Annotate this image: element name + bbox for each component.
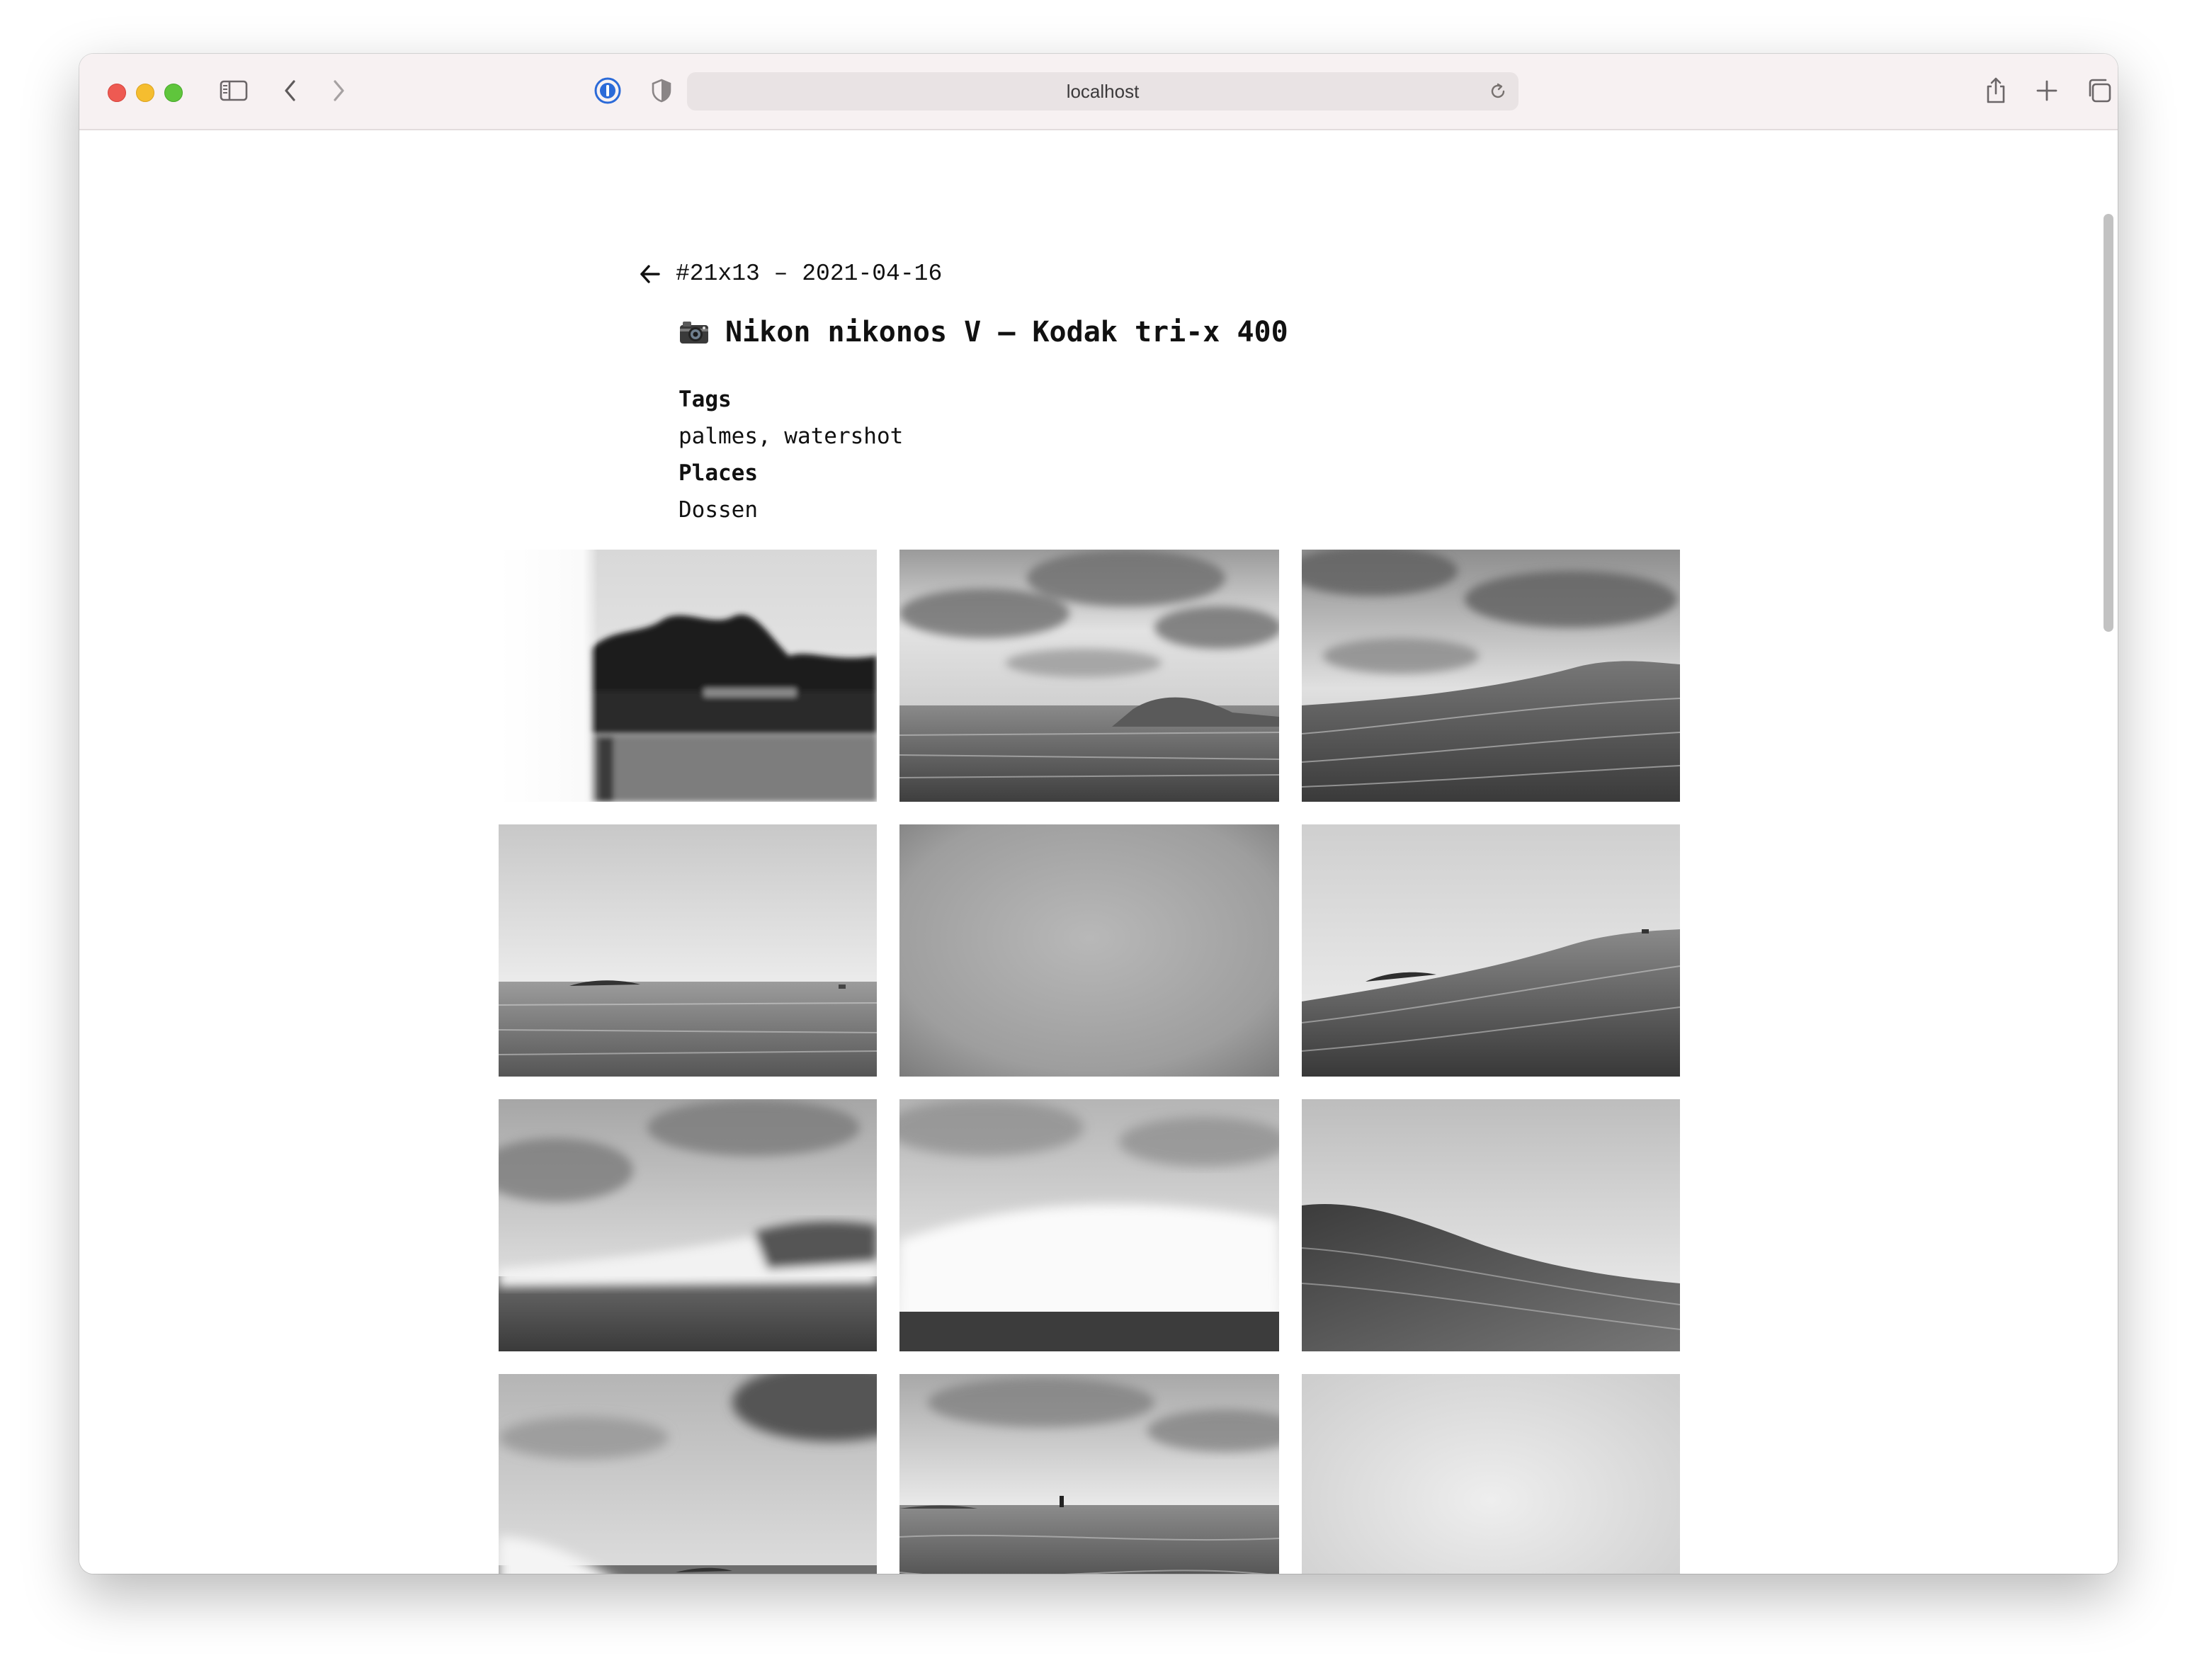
roll-id-date: #21x13 – 2021-04-16 — [676, 261, 943, 287]
photo-thumbnail[interactable] — [499, 824, 877, 1077]
privacy-shield-icon[interactable] — [639, 69, 684, 112]
page-content: #21x13 – 2021-04-16 Nikon nikonos V – Ko… — [79, 130, 2118, 1574]
back-arrow-icon[interactable] — [639, 263, 662, 285]
browser-toolbar: localhost — [79, 54, 2118, 130]
photo-thumbnail[interactable] — [499, 1099, 877, 1351]
vertical-scrollbar[interactable] — [2104, 214, 2113, 632]
reload-icon[interactable] — [1486, 79, 1510, 103]
photo-thumbnail[interactable] — [899, 1374, 1279, 1574]
camera-icon — [680, 322, 708, 344]
address-bar[interactable]: localhost — [687, 72, 1518, 110]
back-chevron-icon[interactable] — [268, 69, 313, 112]
photo-thumbnail[interactable] — [899, 824, 1279, 1077]
browser-window: localhost #21x13 – 2021-04-16 Nikon niko… — [79, 54, 2118, 1574]
new-tab-plus-icon[interactable] — [2024, 69, 2070, 112]
sidebar-toggle-icon[interactable] — [211, 69, 256, 112]
places-label: Places — [679, 460, 758, 486]
tags-value: palmes, watershot — [679, 424, 904, 449]
address-text: localhost — [1066, 80, 1140, 102]
photo-thumbnail[interactable] — [1302, 550, 1680, 802]
roll-header: #21x13 – 2021-04-16 — [639, 261, 942, 287]
photo-thumbnail[interactable] — [1302, 824, 1680, 1077]
camera-film-title: Nikon nikonos V – Kodak tri-x 400 — [725, 316, 1288, 348]
tab-overview-icon[interactable] — [2077, 69, 2118, 112]
minimize-window-button[interactable] — [136, 84, 154, 102]
tags-label: Tags — [679, 387, 732, 412]
share-icon[interactable] — [1973, 69, 2019, 112]
photo-thumbnail[interactable] — [1302, 1374, 1680, 1574]
metadata-block: Tags palmes, watershot Places Dossen — [679, 381, 903, 528]
photo-thumbnail[interactable] — [899, 1099, 1279, 1351]
close-window-button[interactable] — [108, 84, 126, 102]
photo-thumbnail[interactable] — [1302, 1099, 1680, 1351]
photo-thumbnail[interactable] — [499, 1374, 877, 1574]
photo-thumbnail[interactable] — [899, 550, 1279, 802]
places-value: Dossen — [679, 497, 758, 523]
forward-chevron-icon[interactable] — [316, 69, 361, 112]
password-manager-icon[interactable] — [585, 69, 630, 112]
photo-thumbnail[interactable] — [499, 550, 877, 802]
zoom-window-button[interactable] — [164, 84, 183, 102]
page-title: Nikon nikonos V – Kodak tri-x 400 — [679, 316, 1288, 348]
photo-grid — [499, 550, 1681, 1574]
